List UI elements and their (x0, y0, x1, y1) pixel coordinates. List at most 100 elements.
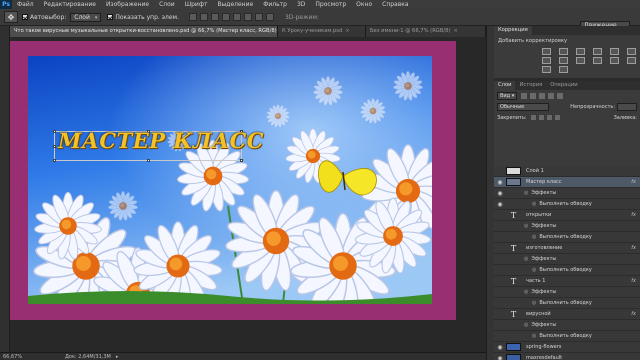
effect-icon: ◎ (532, 201, 537, 207)
distribute-icon[interactable] (254, 13, 263, 21)
gradient-map-icon[interactable] (542, 66, 551, 73)
lock-row: Закрепить: Заливка: (494, 112, 640, 123)
layer-effect-row[interactable]: ◎ Эффекты (494, 221, 640, 232)
posterize-icon[interactable] (627, 57, 636, 64)
layer-effect-row[interactable]: ◎ Выполнить обводку (494, 331, 640, 342)
menu-item[interactable]: Редактирование (39, 0, 101, 9)
layer-name: Эффекты (531, 223, 557, 229)
layer-row[interactable]: Tвирусной fx (494, 309, 640, 320)
text-layer-icon: T (510, 276, 517, 286)
levels-icon[interactable] (559, 48, 568, 55)
layer-effect-row[interactable]: ◎ Эффекты (494, 287, 640, 298)
autoselect-dropdown[interactable]: Слой ▾ (70, 12, 102, 22)
filter-text-icon[interactable] (539, 92, 546, 99)
menu-item[interactable]: Файл (12, 0, 39, 9)
visibility-eye-icon[interactable]: ◉ (494, 190, 506, 197)
move-tool-icon[interactable]: ✥ (4, 11, 18, 23)
layer-row[interactable]: ◉ spring-flowers (494, 342, 640, 353)
blend-mode-value: Обычные (500, 103, 525, 110)
menu-item[interactable]: Просмотр (310, 0, 351, 9)
layer-row[interactable]: Слой 1 (494, 166, 640, 177)
layer-row[interactable]: Tоткрытки fx (494, 210, 640, 221)
fx-icon[interactable]: fx (631, 212, 636, 218)
filter-shape-icon[interactable] (548, 92, 555, 99)
close-icon[interactable]: × (453, 28, 457, 34)
lock-all-icon[interactable] (554, 115, 560, 120)
layer-row[interactable]: Tизготовление fx (494, 243, 640, 254)
align-bottom-icon[interactable] (210, 13, 219, 21)
lock-move-icon[interactable] (546, 115, 552, 120)
visibility-eye-icon[interactable]: ◉ (494, 355, 506, 360)
align-middle-icon[interactable] (199, 13, 208, 21)
fx-icon[interactable]: fx (631, 311, 636, 317)
menu-item[interactable]: 3D (292, 0, 310, 9)
show-controls-checkbox[interactable]: Показать упр. элем. (107, 14, 179, 21)
layer-effect-row[interactable]: ◎ Выполнить обводку (494, 265, 640, 276)
menu-item[interactable]: Шрифт (180, 0, 213, 9)
align-center-icon[interactable] (232, 13, 241, 21)
layer-effect-row[interactable]: ◉ ◎ Эффекты (494, 188, 640, 199)
checkbox-box[interactable] (22, 14, 28, 20)
vibrance-icon[interactable] (610, 48, 619, 55)
filter-adjust-icon[interactable] (530, 92, 537, 99)
opacity-field[interactable] (617, 102, 637, 111)
visibility-eye-icon[interactable]: ◉ (494, 344, 506, 351)
visibility-eye-icon[interactable]: ◉ (494, 179, 506, 186)
align-right-icon[interactable] (243, 13, 252, 21)
fx-icon[interactable]: fx (631, 278, 636, 284)
photo-filter-icon[interactable] (559, 57, 568, 64)
filter-pixel-icon[interactable] (521, 92, 528, 99)
lock-label: Закрепить: (497, 114, 527, 121)
brightness-icon[interactable] (542, 48, 551, 55)
invert-icon[interactable] (610, 57, 619, 64)
document-tab[interactable]: К Уроку-ученикам.psd × (278, 26, 366, 37)
layer-row[interactable]: ◉ Мастер класс fx (494, 177, 640, 188)
lock-paint-icon[interactable] (538, 115, 544, 120)
filter-smart-icon[interactable] (557, 92, 564, 99)
document-tab[interactable]: Что такое вирусные музыкальные открытки-… (10, 26, 278, 37)
selective-color-icon[interactable] (559, 66, 568, 73)
align-left-icon[interactable] (221, 13, 230, 21)
tab-layers-panel[interactable]: Слои (494, 81, 516, 90)
visibility-eye-icon[interactable]: ◉ (494, 201, 506, 208)
channel-mixer-icon[interactable] (576, 57, 585, 64)
layer-effect-row[interactable]: ◉ ◎ Выполнить обводку (494, 199, 640, 210)
tab-layers-panel[interactable]: История (515, 81, 546, 90)
menu-item[interactable]: Выделение (212, 0, 258, 9)
document-tab[interactable]: Без имени-1 @ 66,7% (RGB/8) × (366, 26, 486, 37)
layer-row[interactable]: Tчасть 1 fx (494, 276, 640, 287)
layer-kind-filter[interactable]: Вид ▾ (497, 91, 518, 100)
status-menu-arrow[interactable]: ▸ (116, 354, 119, 360)
close-icon[interactable]: × (345, 28, 349, 34)
layer-row[interactable]: ◉ maxresdefault (494, 353, 640, 360)
layer-effect-row[interactable]: ◎ Эффекты (494, 320, 640, 331)
menu-item[interactable]: Изображение (101, 0, 154, 9)
adjustment-icons (494, 48, 640, 73)
menu-item[interactable]: Слои (154, 0, 180, 9)
hue-saturation-icon[interactable] (627, 48, 636, 55)
canvas-title-text[interactable]: МАСТЕР КЛАСС (58, 128, 264, 153)
lock-pixels-icon[interactable] (530, 115, 536, 120)
color-lookup-icon[interactable] (593, 57, 602, 64)
zoom-level[interactable]: 66,67% (3, 354, 25, 360)
menu-item[interactable]: Справка (377, 0, 413, 9)
menu-item[interactable]: Окно (351, 0, 377, 9)
daisy-image (28, 56, 432, 304)
black-white-icon[interactable] (542, 57, 551, 64)
layer-effect-row[interactable]: ◎ Эффекты (494, 254, 640, 265)
align-top-icon[interactable] (188, 13, 197, 21)
menu-item[interactable]: Фильтр (258, 0, 292, 9)
autoselect-label: Автовыбор: (30, 13, 67, 21)
autoselect-checkbox[interactable]: Автовыбор: (22, 14, 66, 21)
tab-layers-panel[interactable]: Операции (546, 81, 581, 90)
checkbox-box[interactable] (107, 14, 114, 20)
fx-icon[interactable]: fx (631, 245, 636, 251)
exposure-icon[interactable] (593, 48, 602, 55)
fx-icon[interactable]: fx (631, 179, 636, 185)
curves-icon[interactable] (576, 48, 585, 55)
distribute-icon[interactable] (265, 13, 274, 21)
tab-adjustments[interactable]: Коррекция (494, 26, 532, 35)
layer-effect-row[interactable]: ◎ Выполнить обводку (494, 298, 640, 309)
blend-mode-dropdown[interactable]: Обычные (497, 102, 549, 111)
layer-effect-row[interactable]: ◎ Выполнить обводку (494, 232, 640, 243)
